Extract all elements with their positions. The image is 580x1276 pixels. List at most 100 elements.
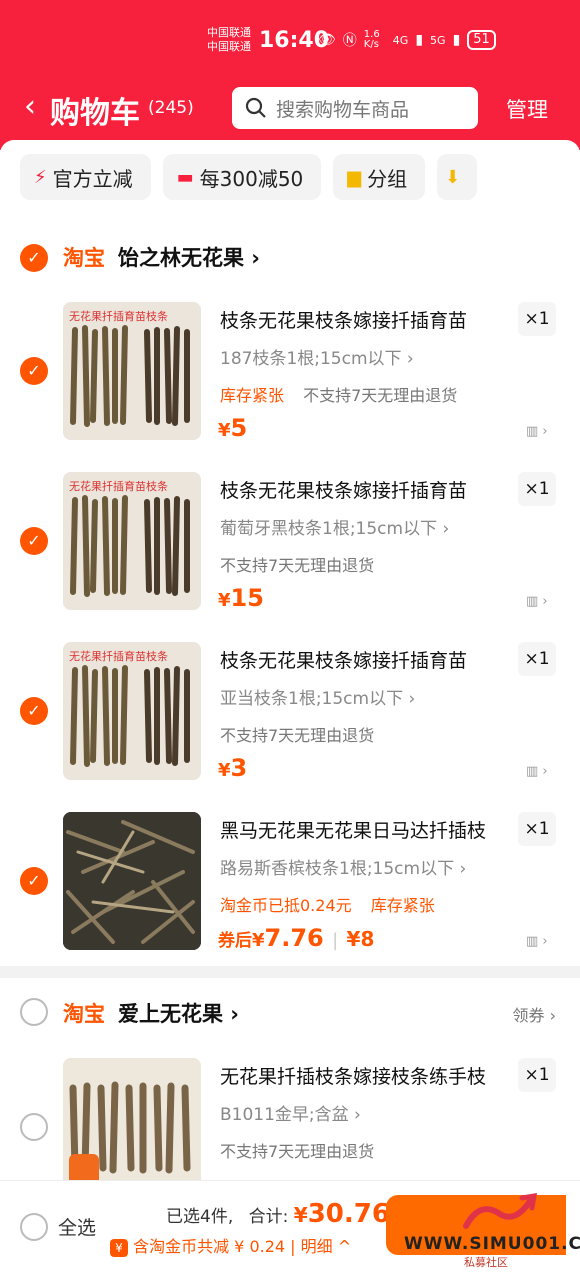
product-thumbnail[interactable]: 无花果扦插育苗枝条 — [63, 472, 201, 610]
search-placeholder: 搜索购物车商品 — [276, 98, 410, 121]
signal-icon-2: ▮ — [452, 32, 461, 48]
product-thumbnail[interactable]: 无花果扦插育苗枝条 — [63, 302, 201, 440]
product-name[interactable]: 枝条无花果枝条嫁接扦插育苗 — [220, 306, 467, 333]
chip-coupon[interactable]: ▬ 每300减50 — [162, 154, 322, 200]
price-value: 15 — [230, 584, 264, 612]
product-tags: 不支持7天无理由退货 — [220, 1138, 374, 1162]
item-checkbox[interactable]: ✓ — [20, 357, 48, 385]
folder-icon: ▆ — [347, 166, 362, 188]
coupon-text: 领券 — [512, 1006, 545, 1025]
shop-name[interactable]: 爱上无花果 › — [118, 998, 239, 1028]
thumb-label: 无花果扦插育苗枝条 — [69, 650, 168, 663]
price-symbol: ¥ — [218, 590, 231, 611]
price-value: 5 — [230, 414, 248, 442]
item-checkbox[interactable]: ✓ — [20, 527, 48, 555]
nfc-icon: Ⓝ — [342, 33, 357, 49]
cart-content: ⚡ 官方立减 ▬ 每300减50 ▆ 分组 ⬇ ✓ 淘宝 饴之林无花果 › ✓ — [0, 140, 580, 1180]
product-sku[interactable]: 187枝条1根;15cm以下 › — [220, 344, 414, 369]
chart-more-icon[interactable]: ▥ › — [526, 594, 548, 609]
thumb-label: 无花果扦插育苗枝条 — [69, 480, 168, 493]
sku-text: 187枝条1根;15cm以下 — [220, 349, 402, 369]
return-tag: 不支持7天无理由退货 — [220, 556, 375, 575]
cart-item: ✓ 无花果扦插育苗枝条 枝条无花果枝条嫁接扦插育苗 187枝条1根;15cm以下… — [0, 302, 580, 452]
discount-text: 含淘金币共减 ¥ 0.24 | 明细 ^ — [133, 1237, 352, 1256]
product-thumbnail[interactable]: 无花果扦插育苗枝条 — [63, 642, 201, 780]
status-bar: 中国联通 中国联通 16:40 👁 Ⓝ 1.6 K/s 4G ▮ 5G ▮ 51 — [0, 22, 580, 62]
page-title: 购物车 — [50, 96, 140, 131]
total-value: 30.76 — [307, 1199, 390, 1229]
eye-icon: 👁 — [318, 32, 336, 48]
select-all-label[interactable]: 全选 — [58, 1213, 96, 1240]
watermark-text: WWW.SIMU001.CN — [404, 1234, 580, 1254]
chart-more-icon[interactable]: ▥ › — [526, 424, 548, 439]
chart-more-icon[interactable]: ▥ › — [526, 764, 548, 779]
lightning-icon: ⚡ — [34, 166, 47, 188]
back-icon[interactable]: ‹ — [24, 92, 36, 122]
price-value: 3 — [230, 754, 248, 782]
carrier-2: 中国联通 — [207, 40, 251, 53]
cart-item: 无花果扦插枝条嫁接枝条练手枝 B1011金早;含盆 › 不支持7天无理由退货 ×… — [0, 1058, 580, 1180]
item-checkbox[interactable]: ✓ — [20, 867, 48, 895]
product-sku[interactable]: B1011金早;含盆 › — [220, 1100, 361, 1125]
product-sku[interactable]: 路易斯香槟枝条1根;15cm以下 › — [220, 854, 466, 879]
net-4g: 4G — [392, 33, 409, 47]
quantity-selector[interactable]: ×1 — [518, 642, 556, 676]
product-name[interactable]: 无花果扦插枝条嫁接枝条练手枝 — [220, 1062, 486, 1089]
shop-checkbox[interactable]: ✓ — [20, 244, 48, 272]
product-thumbnail[interactable] — [63, 1058, 201, 1180]
select-all-checkbox[interactable] — [20, 1213, 48, 1241]
carrier-info: 中国联通 中国联通 — [207, 26, 251, 54]
manage-button[interactable]: 管理 — [506, 94, 548, 124]
price-prefix: 券后 — [218, 931, 252, 951]
download-icon: ⬇ — [445, 166, 461, 188]
item-checkbox[interactable] — [20, 1113, 48, 1141]
item-checkbox[interactable]: ✓ — [20, 697, 48, 725]
product-name[interactable]: 枝条无花果枝条嫁接扦插育苗 — [220, 476, 467, 503]
product-price: ¥5 — [218, 414, 247, 442]
shop-checkbox[interactable] — [20, 998, 48, 1026]
header-bar: 中国联通 中国联通 16:40 👁 Ⓝ 1.6 K/s 4G ▮ 5G ▮ 51… — [0, 0, 580, 150]
product-name[interactable]: 黑马无花果无花果日马达扦插枝 — [220, 816, 486, 843]
product-tags: 不支持7天无理由退货 — [220, 552, 374, 576]
product-price: 券后¥7.76 | ¥8 — [218, 924, 374, 952]
search-icon — [245, 97, 266, 118]
price-value: 7.76 — [264, 924, 324, 952]
coin-tag: 淘金币已抵0.24元 — [220, 896, 352, 915]
cart-item: ✓ 无花果扦插育苗枝条 枝条无花果枝条嫁接扦插育苗 亚当枝条1根;15cm以下 … — [0, 642, 580, 792]
total-symbol: ¥ — [293, 1203, 308, 1227]
quantity-selector[interactable]: ×1 — [518, 302, 556, 336]
selected-count: 已选4件, — [166, 1207, 234, 1227]
return-tag: 不支持7天无理由退货 — [220, 726, 375, 745]
order-summary: 已选4件, 合计: ¥30.76 — [166, 1199, 390, 1229]
original-price: ¥8 — [346, 927, 375, 951]
quantity-selector[interactable]: ×1 — [518, 472, 556, 506]
total-label: 合计: — [248, 1207, 289, 1227]
quantity-selector[interactable]: ×1 — [518, 1058, 556, 1092]
discount-detail[interactable]: ¥ 含淘金币共减 ¥ 0.24 | 明细 ^ — [110, 1233, 351, 1257]
search-input[interactable]: 搜索购物车商品 — [232, 87, 478, 129]
chip-label: 官方立减 — [52, 166, 133, 191]
return-tag: 不支持7天无理由退货 — [220, 1142, 375, 1161]
sku-text: 葡萄牙黑枝条1根;15cm以下 — [220, 519, 438, 539]
product-sku[interactable]: 葡萄牙黑枝条1根;15cm以下 › — [220, 514, 449, 539]
cart-item: ✓ 黑马无花果无花果日马达扦插枝 路易斯香槟枝条1根;15cm以下 › 淘金币已… — [0, 812, 580, 962]
cart-count: (245) — [148, 98, 194, 118]
chip-official-discount[interactable]: ⚡ 官方立减 — [20, 154, 151, 200]
chip-more[interactable]: ⬇ — [437, 154, 478, 200]
carrier-1: 中国联通 — [207, 26, 251, 39]
filter-chips: ⚡ 官方立减 ▬ 每300减50 ▆ 分组 ⬇ — [20, 154, 478, 200]
sku-text: 亚当枝条1根;15cm以下 — [220, 689, 404, 709]
product-thumbnail[interactable] — [63, 812, 201, 950]
shop-name[interactable]: 饴之林无花果 › — [118, 242, 260, 272]
quantity-selector[interactable]: ×1 — [518, 812, 556, 846]
product-name[interactable]: 枝条无花果枝条嫁接扦插育苗 — [220, 646, 467, 673]
shop-divider — [0, 966, 580, 978]
chip-group[interactable]: ▆ 分组 — [333, 154, 426, 200]
product-price: ¥3 — [218, 754, 247, 782]
chip-label: 分组 — [367, 166, 408, 191]
shop-header: 淘宝 爱上无花果 › 领券 › — [0, 984, 580, 1044]
chart-more-icon[interactable]: ▥ › — [526, 934, 548, 949]
coupon-link[interactable]: 领券 › — [513, 1002, 557, 1026]
product-price: ¥15 — [218, 584, 264, 612]
product-sku[interactable]: 亚当枝条1根;15cm以下 › — [220, 684, 415, 709]
